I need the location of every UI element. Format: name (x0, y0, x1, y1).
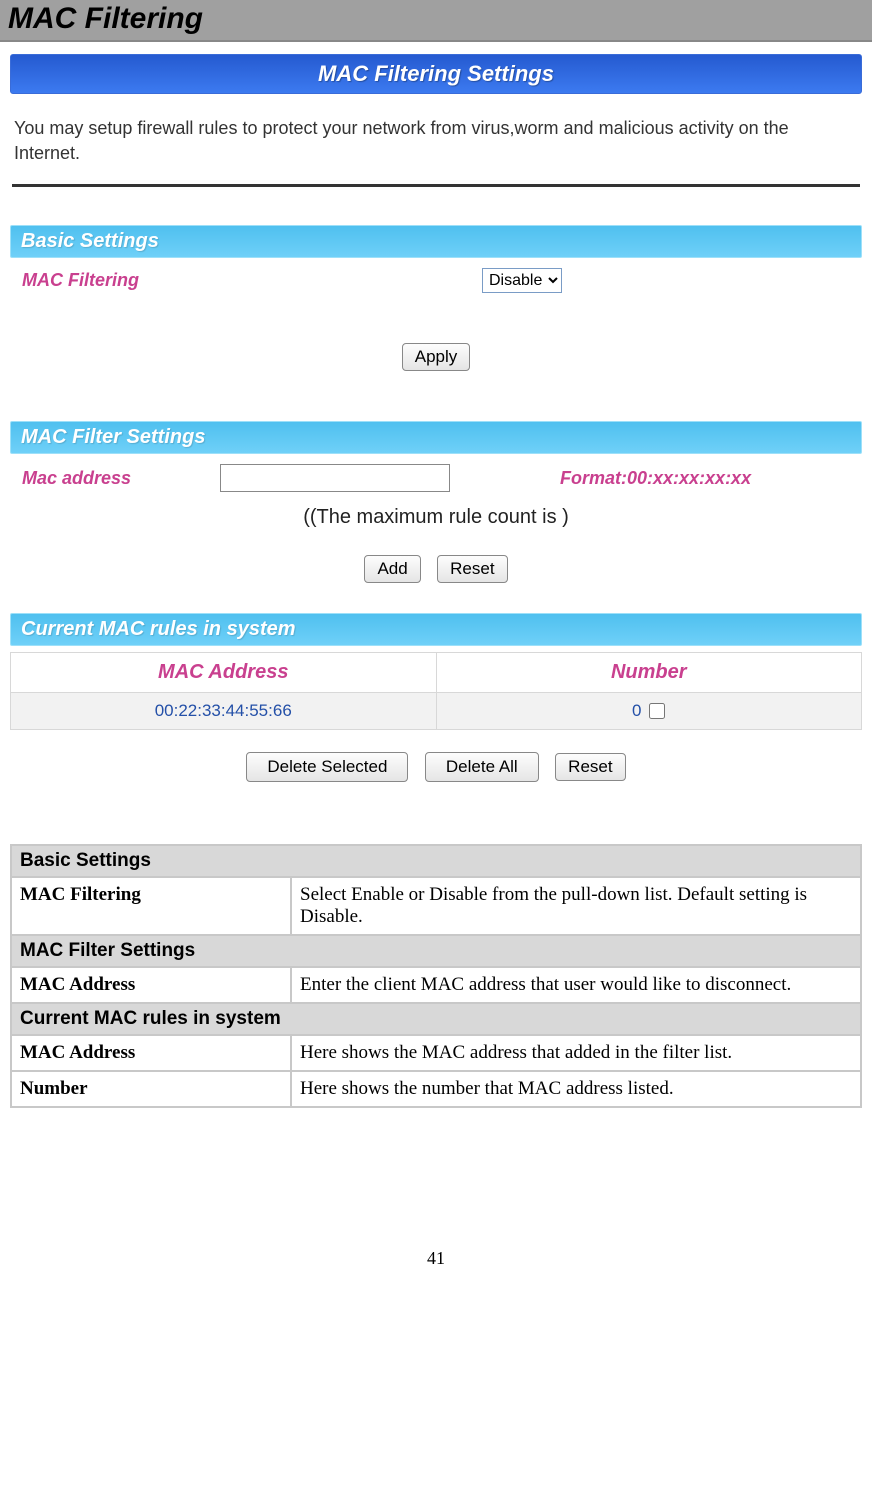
mac-filtering-label: MAC Filtering (22, 270, 232, 291)
panel-title: MAC Filtering Settings (10, 54, 862, 94)
desc-key: MAC Address (11, 1035, 291, 1071)
page-number: 41 (0, 1108, 872, 1281)
col-number: Number (437, 653, 862, 692)
mac-rules-table: MAC Address Number 00:22:33:44:55:66 0 (10, 652, 862, 730)
desc-basic-header: Basic Settings (11, 845, 861, 877)
divider (12, 184, 860, 187)
settings-panel: MAC Filtering Settings You may setup fir… (0, 42, 872, 802)
table-header-row: MAC Address Number (10, 652, 862, 693)
desc-val: Here shows the number that MAC address l… (291, 1071, 861, 1107)
mac-filter-settings-header: MAC Filter Settings (10, 421, 862, 454)
delete-selected-button[interactable]: Delete Selected (246, 752, 408, 782)
reset-button[interactable]: Reset (437, 555, 507, 583)
desc-val: Here shows the MAC address that added in… (291, 1035, 861, 1071)
desc-key: MAC Address (11, 967, 291, 1003)
intro-text: You may setup firewall rules to protect … (10, 94, 862, 184)
mac-format-hint: Format:00:xx:xx:xx:xx (560, 468, 751, 489)
col-mac-address: MAC Address (11, 653, 437, 692)
table-row: 00:22:33:44:55:66 0 (10, 693, 862, 730)
mac-address-row: Mac address Format:00:xx:xx:xx:xx (10, 454, 862, 502)
rule-count-text: ((The maximum rule count is ) (10, 502, 862, 537)
row-checkbox[interactable] (649, 703, 665, 719)
desc-val: Select Enable or Disable from the pull-d… (291, 877, 861, 935)
add-button[interactable]: Add (364, 555, 420, 583)
current-rules-header: Current MAC rules in system (10, 613, 862, 646)
delete-all-button[interactable]: Delete All (425, 752, 539, 782)
mac-address-label: Mac address (22, 468, 232, 489)
cell-mac-address: 00:22:33:44:55:66 (11, 693, 437, 729)
cell-number: 0 (437, 693, 862, 729)
desc-current-header: Current MAC rules in system (11, 1003, 861, 1035)
page-title: MAC Filtering (0, 0, 872, 42)
reset-rules-button[interactable]: Reset (555, 753, 625, 781)
mac-filtering-select[interactable]: Disable (482, 268, 562, 293)
desc-key: Number (11, 1071, 291, 1107)
cell-number-value: 0 (632, 701, 641, 721)
mac-filtering-row: MAC Filtering Disable (10, 258, 862, 303)
apply-button[interactable]: Apply (402, 343, 471, 371)
desc-key: MAC Filtering (11, 877, 291, 935)
basic-settings-header: Basic Settings (10, 225, 862, 258)
desc-filter-header: MAC Filter Settings (11, 935, 861, 967)
mac-address-input[interactable] (220, 464, 450, 492)
description-table: Basic Settings MAC Filtering Select Enab… (10, 844, 862, 1108)
desc-val: Enter the client MAC address that user w… (291, 967, 861, 1003)
